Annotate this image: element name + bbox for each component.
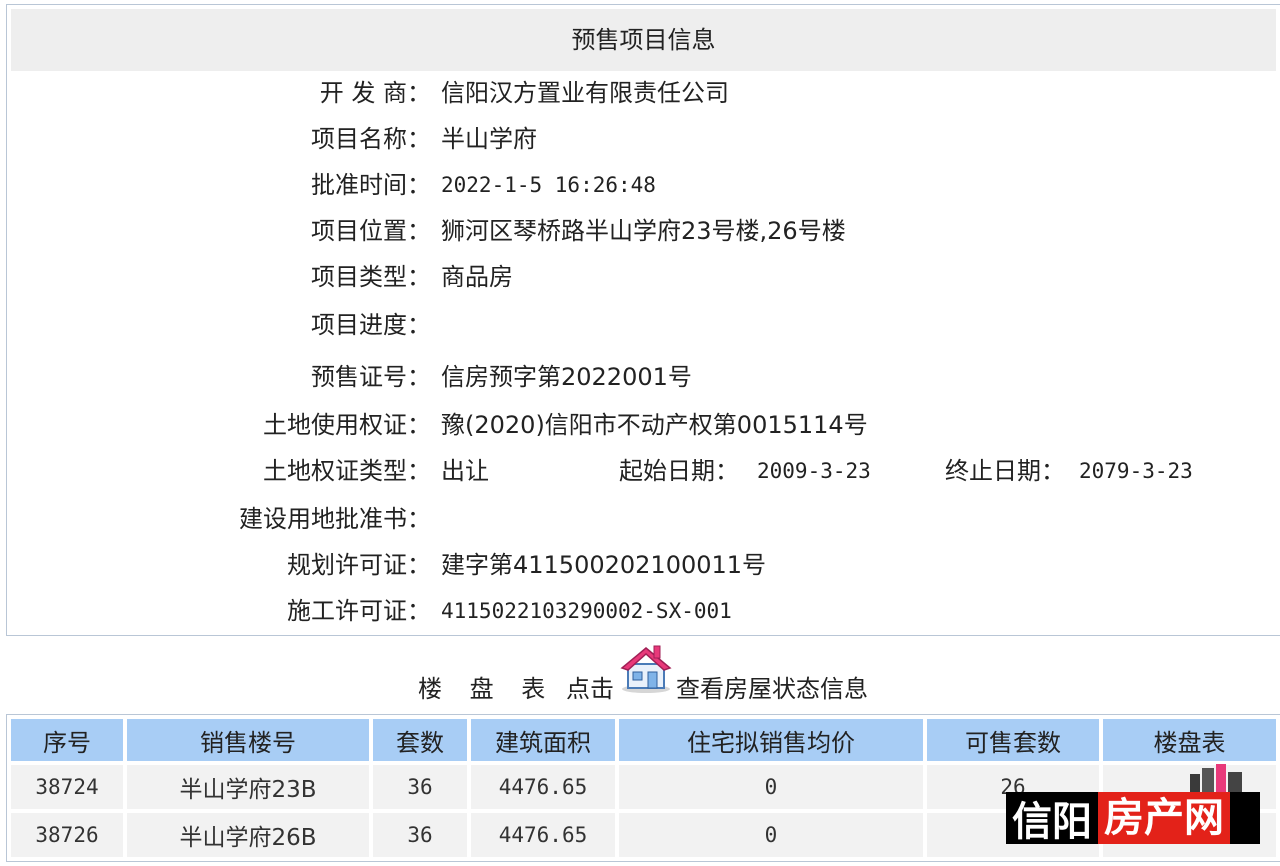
cell-units: 36 [373,765,467,809]
click-hint: 点击 [566,675,614,703]
cell-serial: 38724 [11,765,123,809]
cell-serial: 38726 [11,813,123,857]
cell-area: 4476.65 [471,765,615,809]
view-status-hint: 查看房屋状态信息 [676,675,868,703]
developer-label: 开 发 商： [319,79,431,107]
progress-label: 项目进度： [311,311,431,339]
presale-info-panel: 预售项目信息 开 发 商： 信阳汉方置业有限责任公司 项目名称： 半山学府 批准… [6,4,1280,636]
col-header-area: 建筑面积 [471,719,615,761]
building-table-title: 楼 盘 表 [418,675,556,703]
col-header-building: 销售楼号 [127,719,369,761]
project-type-label: 项目类型： [311,263,431,291]
watermark-site: 房产网 [1098,792,1230,844]
end-date-label: 终止日期： [945,457,1065,485]
info-row-planning-permit: 规划许可证： 建字第411500202100011号 [7,545,1280,585]
planning-permit-value: 建字第411500202100011号 [441,551,767,579]
col-header-units: 套数 [373,719,467,761]
info-row-construction-permit: 施工许可证： 4115022103290002-SX-001 [7,591,1280,631]
panel-title: 预售项目信息 [11,9,1276,71]
info-row-type: 项目类型： 商品房 [7,257,1280,297]
land-use-cert-label: 土地使用权证： [263,411,431,439]
cell-avg-price: 0 [619,765,923,809]
end-date-value: 2079-3-23 [1079,459,1193,483]
land-cert-type-label: 土地权证类型： [263,457,431,485]
info-row-project-name: 项目名称： 半山学府 [7,119,1280,159]
project-type-value: 商品房 [441,263,513,291]
house-icon [618,642,674,694]
construction-permit-label: 施工许可证： [287,597,431,625]
col-header-avg-price: 住宅拟销售均价 [619,719,923,761]
land-cert-type-value: 出让 [441,457,489,485]
developer-value: 信阳汉方置业有限责任公司 [441,79,729,107]
info-row-presale-cert: 预售证号： 信房预字第2022001号 [7,357,1280,397]
project-name-label: 项目名称： [311,125,431,153]
info-row-location: 项目位置： 狮河区琴桥路半山学府23号楼,26号楼 [7,211,1280,251]
info-row-land-use-cert: 土地使用权证： 豫(2020)信阳市不动产权第0015114号 [7,405,1280,445]
land-use-cert-value: 豫(2020)信阳市不动产权第0015114号 [441,411,868,439]
building-table-icon[interactable] [1186,764,1246,794]
presale-cert-label: 预售证号： [311,363,431,391]
cell-units: 36 [373,813,467,857]
info-row-progress: 项目进度： [7,305,1280,345]
presale-cert-value: 信房预字第2022001号 [441,363,692,391]
location-label: 项目位置： [311,217,431,245]
planning-permit-label: 规划许可证： [287,551,431,579]
cell-building: 半山学府26B [127,813,369,857]
cell-area: 4476.65 [471,813,615,857]
start-date-value: 2009-3-23 [757,459,871,483]
approval-time-value: 2022-1-5 16:26:48 [441,173,656,197]
watermark-city: 信阳 [1012,799,1092,845]
approval-time-label: 批准时间： [311,171,431,199]
location-value: 狮河区琴桥路半山学府23号楼,26号楼 [441,217,846,245]
cell-building: 半山学府23B [127,765,369,809]
cell-avg-price: 0 [619,813,923,857]
start-date-label: 起始日期： [619,457,739,485]
table-header-row: 序号 销售楼号 套数 建筑面积 住宅拟销售均价 可售套数 楼盘表 [11,719,1276,761]
col-header-serial: 序号 [11,719,123,761]
construction-permit-value: 4115022103290002-SX-001 [441,599,732,623]
col-header-building-table: 楼盘表 [1103,719,1276,761]
info-row-developer: 开 发 商： 信阳汉方置业有限责任公司 [7,73,1280,113]
building-table-caption: 楼 盘 表 点击 查看房屋状态信息 [0,645,1280,714]
info-row-approval-time: 批准时间： 2022-1-5 16:26:48 [7,165,1280,205]
site-watermark-logo: 信阳 房产网 [1006,792,1260,845]
info-row-land-cert-type: 土地权证类型： 出让 起始日期： 2009-3-23 终止日期： 2079-3-… [7,451,1280,491]
col-header-available: 可售套数 [927,719,1099,761]
info-row-land-approval: 建设用地批准书： [7,499,1280,539]
project-name-value: 半山学府 [441,125,537,153]
land-approval-label: 建设用地批准书： [239,505,431,533]
